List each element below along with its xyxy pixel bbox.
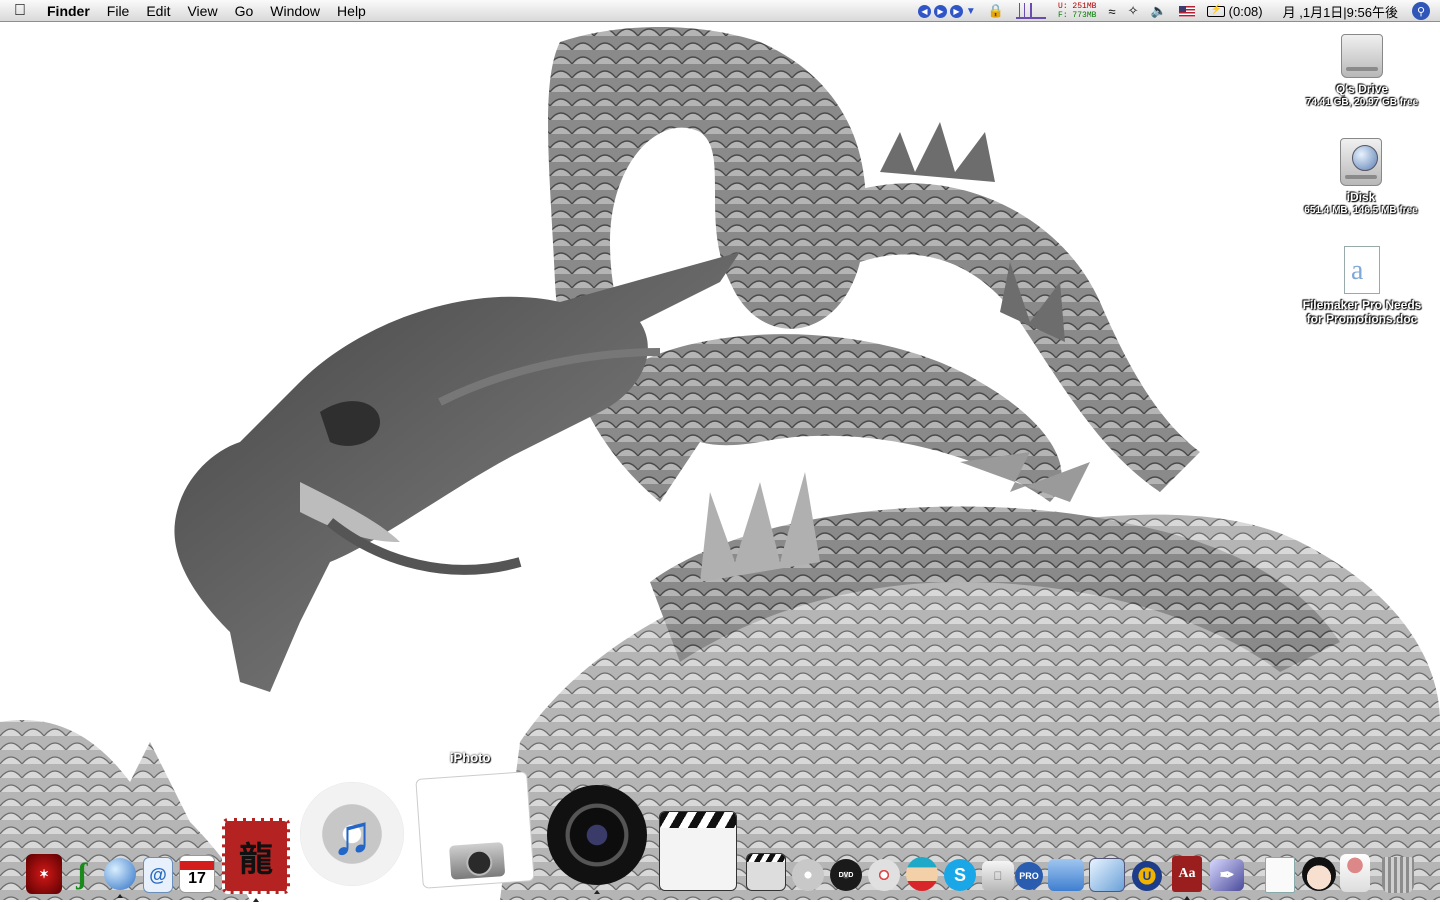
cartman-icon[interactable] — [904, 854, 940, 894]
desktop-document-icon[interactable]: Filemaker Pro Needs for Promotions.doc — [1287, 246, 1437, 326]
imovie-clapper-icon[interactable] — [744, 850, 788, 894]
next-track-icon[interactable]: ▶ — [949, 4, 963, 18]
dancer-icon[interactable] — [1338, 852, 1372, 894]
input-menu-flag-icon[interactable] — [1178, 5, 1195, 17]
drive-name: Q's Drive — [1335, 82, 1389, 96]
desktop-drive-icon[interactable]: Q's Drive 74.41 GB, 20.97 GB free — [1287, 34, 1437, 110]
drive-info: 74.41 GB, 20.97 GB free — [1305, 97, 1419, 108]
memory-monitor[interactable]: U: 251MB F: 773MB — [1058, 2, 1096, 20]
pro-app-icon[interactable]: PRO — [1014, 858, 1044, 894]
cpu-graph-icon[interactable] — [1016, 3, 1047, 19]
previous-track-icon[interactable]: ◀ — [917, 4, 931, 18]
desktop-idisk-icon[interactable]: iDisk 651.4 MB, 146.5 MB free — [1286, 138, 1436, 218]
menu-help[interactable]: Help — [330, 3, 376, 19]
apple-hardware-icon[interactable]:  — [980, 858, 1016, 894]
dvd-studio-icon[interactable] — [790, 856, 826, 894]
final-cut-clapper-icon[interactable] — [656, 808, 740, 894]
dock-tooltip: iPhoto — [450, 750, 491, 765]
menu-finder[interactable]: Finder — [40, 3, 100, 19]
menu-window[interactable]: Window — [263, 3, 330, 19]
volume-icon[interactable]: 🔈 — [1150, 3, 1166, 19]
spotlight-search-icon[interactable]: ⚲ — [1412, 2, 1430, 20]
blue-folder-icon[interactable] — [1046, 856, 1086, 894]
ubiquity-icon[interactable]: U — [1130, 858, 1164, 894]
media-controls[interactable]: ◀ ▶ ▶ ▼ — [917, 4, 976, 18]
battery-time: (0:08) — [1228, 3, 1263, 19]
battery-status[interactable]: (0:08) — [1206, 3, 1263, 19]
ical-date: 17 — [188, 869, 206, 887]
menu-extras: ◀ ▶ ▶ ▼ 🔒 U: 251MB F: 773MB ≈ ✧ 🔈 (0:08)… — [912, 0, 1440, 22]
battery-icon — [1206, 4, 1225, 17]
document-name-line2: for Promotions.doc — [1306, 312, 1418, 326]
mail-at-icon[interactable]: @ — [142, 856, 174, 894]
lock-icon[interactable]: 🔒 — [988, 3, 1004, 19]
menu-edit[interactable]: Edit — [139, 3, 180, 19]
word-document-icon — [1344, 246, 1380, 294]
iphoto-icon[interactable] — [412, 768, 538, 892]
skype-icon[interactable]: S — [942, 856, 978, 894]
menubar-clock[interactable]: 月 ,1月1日|9:56午後 — [1283, 2, 1398, 21]
dragon-wallpaper — [0, 22, 1440, 900]
preview-icon[interactable] — [1088, 856, 1126, 894]
play-icon[interactable]: ▶ — [933, 4, 947, 18]
dictionary-icon[interactable]: Aa — [1170, 854, 1204, 900]
tabasco-icon[interactable]: ✶ — [24, 852, 64, 896]
aperture-icon[interactable] — [544, 782, 650, 894]
chevron-down-icon[interactable]: ▼ — [966, 6, 976, 17]
fetch-icon[interactable]: ʃ — [66, 852, 98, 896]
geisha-icon[interactable] — [1300, 854, 1338, 894]
menu-view[interactable]: View — [180, 3, 227, 19]
apple-menu-icon[interactable]:  — [0, 2, 40, 20]
menu-go[interactable]: Go — [228, 3, 264, 19]
document-name-line1: Filemaker Pro Needs — [1302, 298, 1422, 312]
quill-icon[interactable]: ✒ — [1208, 856, 1246, 894]
dragon-stamp-icon[interactable]: 龍 — [220, 816, 292, 902]
wifi-icon[interactable]: ≈ — [1108, 4, 1115, 19]
idisk-icon — [1340, 138, 1382, 186]
itunes-icon[interactable]: ♫ — [294, 780, 410, 888]
trash-icon[interactable] — [1378, 854, 1418, 896]
menu-file[interactable]: File — [100, 3, 140, 19]
dvd-player-icon[interactable]: DVD — [828, 856, 864, 894]
idisk-name: iDisk — [1346, 190, 1376, 204]
memory-free: F: 773MB — [1058, 11, 1097, 20]
idisk-info: 651.4 MB, 146.5 MB free — [1304, 205, 1418, 216]
menu-bar:  Finder File Edit View Go Window Help ◀… — [0, 0, 1440, 22]
ical-icon[interactable]: 17 — [178, 854, 216, 894]
network-globe-icon[interactable] — [102, 856, 138, 898]
hard-drive-icon — [1341, 34, 1383, 78]
memory-used: U: 251MB — [1058, 2, 1097, 11]
document-icon[interactable] — [1262, 856, 1298, 894]
bluetooth-icon[interactable]: ✧ — [1128, 3, 1139, 19]
toast-icon[interactable] — [866, 856, 902, 894]
